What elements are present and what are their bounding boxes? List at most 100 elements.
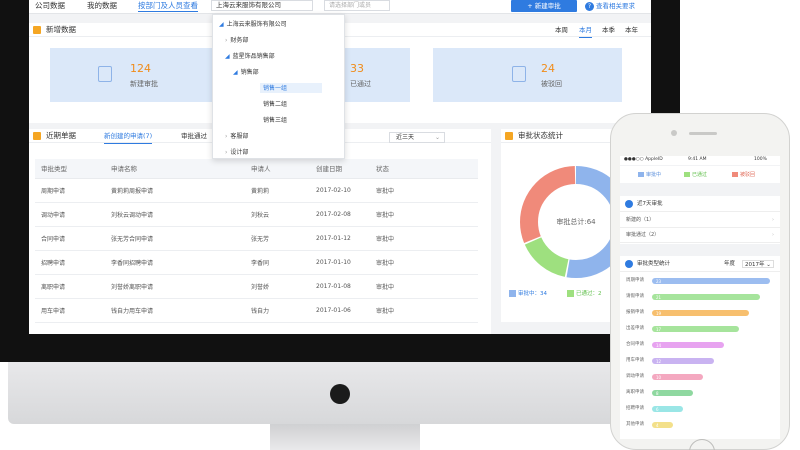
desktop-screen: 公司数据 我的数据 按部门及人员查看 上海云来服饰有限公司 请选择部门或员 + …: [29, 0, 651, 334]
new-approval-button[interactable]: + 新建审批: [511, 0, 577, 12]
phone-legend-rejected: 被驳回: [732, 171, 755, 178]
tab-new-created[interactable]: 新创建的申请(7): [104, 129, 153, 144]
bar-value: 4: [656, 422, 659, 428]
tree-item[interactable]: 销售二组: [263, 99, 287, 108]
range-value: 近三天: [396, 134, 415, 141]
view-help-label: 查看相关要求: [596, 2, 635, 10]
tree-item[interactable]: 销售三组: [263, 115, 287, 124]
legend-swatch: [638, 172, 644, 177]
stat-value: 124: [130, 62, 151, 75]
phone-type-header: 审批类型统计 年度 2017年 ⌄: [620, 256, 780, 272]
stat-card-rejected[interactable]: 24 被驳回: [433, 48, 622, 102]
period-quarter[interactable]: 本季: [602, 23, 615, 37]
monitor-stand: [270, 424, 420, 450]
period-year[interactable]: 本年: [625, 23, 638, 37]
bar-label: 调动申请: [626, 374, 644, 379]
bar-label: 合同申请: [626, 342, 644, 347]
tree-item[interactable]: ◢ 销售部: [233, 67, 259, 76]
camera-icon: [671, 130, 677, 136]
cell: 李香同招聘申请: [105, 250, 245, 275]
type-bar[interactable]: [652, 294, 760, 300]
cell: 刘秋云调动申请: [105, 202, 245, 227]
type-bar[interactable]: [652, 326, 740, 332]
tree-item[interactable]: › 设计部: [225, 147, 248, 156]
table-row[interactable]: 招聘申请 李香同招聘申请 李香同 2017-01-10 审批中: [35, 250, 478, 275]
legend-label: 被驳回: [740, 172, 756, 178]
apple-logo-icon: [330, 384, 350, 404]
list-item[interactable]: 新建的（1） ›: [620, 213, 780, 228]
cell: 黄莉莉: [245, 178, 310, 203]
col-type: 审批类型: [35, 159, 105, 179]
cell: 审批中: [370, 202, 478, 227]
list-item[interactable]: 审批通过（2） ›: [620, 228, 780, 243]
bar-value: 12: [656, 358, 662, 364]
table-row[interactable]: 用车申请 钱自力用车申请 钱自力 2017-01-06 审批中: [35, 298, 478, 323]
year-value: 2017年: [745, 262, 765, 268]
docs-table: 审批类型 申请名称 申请人 创建日期 状态 周期申请 黄莉莉周报申请 黄莉莉 2017…: [35, 159, 478, 323]
table-row[interactable]: 合同申请 张无芳合同申请 张无芳 2017-01-12 审批中: [35, 226, 478, 251]
cell: 张无芳: [245, 226, 310, 251]
type-bar[interactable]: [652, 358, 714, 364]
view-help-link[interactable]: ? 查看相关要求: [585, 0, 635, 11]
period-month[interactable]: 本月: [579, 23, 592, 38]
tree-item[interactable]: ◢ 上海云来服饰有限公司: [219, 19, 287, 28]
nav-dept-view[interactable]: 按部门及人员查看: [138, 0, 198, 12]
stat-label: 已通过: [350, 80, 371, 88]
type-bar[interactable]: [652, 310, 750, 316]
type-bar[interactable]: [652, 342, 724, 348]
stat-card-new[interactable]: 124 新建审批: [50, 48, 218, 102]
tree-item-label: 销售部: [240, 69, 259, 76]
range-select[interactable]: 近三天 ⌄: [389, 132, 445, 143]
tree-item[interactable]: › 客服部: [225, 131, 248, 140]
bar-label: 出差申请: [626, 326, 644, 331]
recent-docs-panel: 近期单据 新创建的申请(7) 审批通过 近三天 ⌄ 审批类型 申请名称 申请人 创…: [29, 129, 491, 334]
cell: 招聘申请: [35, 250, 105, 275]
chevron-right-icon: ›: [225, 133, 228, 140]
table-row[interactable]: 离职申请 刘誉娇离职申请 刘誉娇 2017-01-08 审批中: [35, 274, 478, 299]
nav-my-data[interactable]: 我的数据: [87, 0, 117, 11]
cell: 钱自力: [245, 298, 310, 323]
tree-item[interactable]: › 财务部: [225, 35, 248, 44]
new-data-title: 新增数据: [46, 25, 76, 34]
cell: 2017-02-10: [310, 178, 370, 203]
nav-company-data[interactable]: 公司数据: [35, 0, 65, 11]
dept-search-input[interactable]: 请选择部门或员: [324, 0, 390, 11]
legend-label: 已通过: [692, 172, 708, 178]
expand-icon: ◢: [219, 21, 224, 28]
cell: 钱自力用车申请: [105, 298, 245, 323]
cell: 2017-01-08: [310, 274, 370, 299]
list-item-label: 审批通过（2）: [626, 232, 660, 238]
recent-docs-title: 近期单据: [46, 131, 76, 140]
legend-swatch: [732, 172, 738, 177]
tree-item[interactable]: ◢ 蓝星饰品销售部: [225, 51, 275, 60]
legend-swatch: [684, 172, 690, 177]
phone-screen: ●●●○○ AppleID 9:41 AM 100% 审批中 已通过 被驳回 近…: [620, 156, 780, 439]
cell: 刘秋云: [245, 202, 310, 227]
chevron-right-icon: ›: [772, 217, 774, 223]
tree-item-label: 蓝星饰品销售部: [232, 53, 275, 60]
cell: 张无芳合同申请: [105, 226, 245, 251]
expand-icon: ◢: [233, 69, 238, 76]
bar-label: 离职申请: [626, 390, 644, 395]
tab-approved[interactable]: 审批通过: [181, 129, 207, 143]
monitor-chin: [8, 362, 672, 424]
stat-value: 33: [350, 62, 364, 75]
cell: 审批中: [370, 274, 478, 299]
table-header-row: 审批类型 申请名称 申请人 创建日期 状态: [35, 159, 478, 179]
status-carrier: ●●●○○ AppleID: [624, 157, 663, 162]
home-button[interactable]: [689, 439, 715, 450]
bar-label: 周期申请: [626, 278, 644, 283]
org-select[interactable]: 上海云来服饰有限公司: [211, 0, 313, 11]
cell: 合同申请: [35, 226, 105, 251]
col-name: 申请名称: [105, 159, 245, 179]
type-bar[interactable]: [652, 278, 770, 284]
year-select[interactable]: 2017年 ⌄: [742, 260, 774, 268]
bar-value: 21: [656, 294, 662, 300]
table-row[interactable]: 调动申请 刘秋云调动申请 刘秋云 2017-02-08 审批中: [35, 202, 478, 227]
cell: 李香同: [245, 250, 310, 275]
period-week[interactable]: 本周: [555, 23, 568, 37]
table-row[interactable]: 周期申请 黄莉莉周报申请 黄莉莉 2017-02-10 审批中: [35, 178, 478, 203]
tree-item-selected[interactable]: 销售一组: [260, 83, 322, 93]
col-date: 创建日期: [310, 159, 370, 179]
phone-type-title: 审批类型统计: [637, 261, 671, 267]
